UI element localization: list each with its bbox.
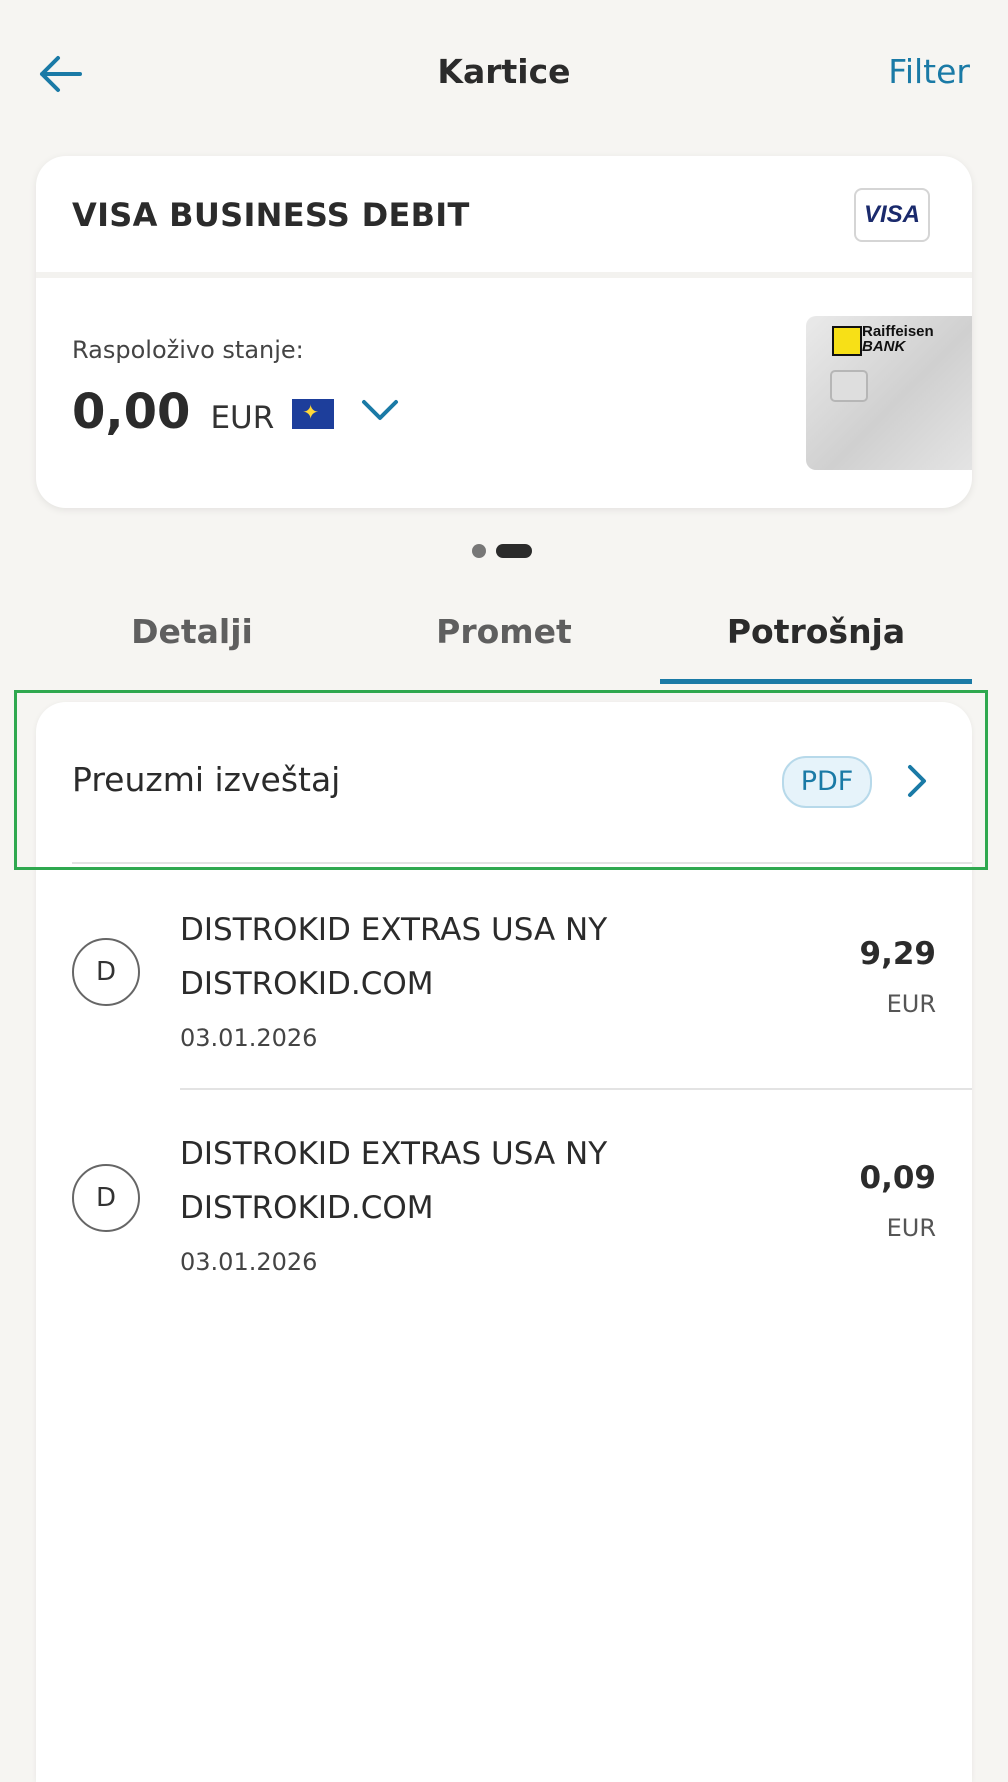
chevron-right-icon	[906, 764, 928, 802]
pdf-badge: PDF	[782, 756, 872, 808]
available-balance-label: Raspoloživo stanje:	[72, 336, 304, 364]
tab-detalji[interactable]: Detalji	[36, 604, 348, 684]
tab-bar: Detalji Promet Potrošnja	[36, 604, 972, 684]
card-chip-icon	[830, 370, 868, 402]
download-report-label: Preuzmi izveštaj	[72, 760, 341, 799]
card-name: VISA BUSINESS DEBIT	[72, 196, 470, 234]
merchant-avatar: D	[72, 1164, 140, 1232]
pager-dot-active[interactable]	[496, 544, 532, 558]
tab-promet[interactable]: Promet	[348, 604, 660, 684]
transaction-amount: 9,29	[859, 936, 937, 972]
filter-button[interactable]: Filter	[888, 52, 970, 91]
tab-potrosnja[interactable]: Potrošnja	[660, 604, 972, 684]
card-divider	[36, 272, 972, 278]
eu-flag-icon: ✦	[292, 399, 335, 429]
top-bar: Kartice Filter	[0, 0, 1008, 150]
balance-amount: 0,00	[72, 384, 191, 440]
raiffeisen-logo-icon	[832, 326, 862, 356]
merchant-avatar: D	[72, 938, 140, 1006]
card-logo-text: Raiffeisen BANK	[862, 323, 934, 355]
chevron-down-icon[interactable]	[360, 397, 400, 427]
transaction-merchant-site: DISTROKID.COM	[180, 966, 434, 1002]
spending-panel: Preuzmi izveštaj PDF D DISTROKID EXTRAS …	[36, 702, 972, 1782]
pager-dot[interactable]	[472, 544, 486, 558]
transaction-date: 03.01.2026	[180, 1248, 318, 1276]
transaction-merchant: DISTROKID EXTRAS USA NY	[180, 1136, 608, 1172]
pager-dots[interactable]	[472, 544, 532, 558]
transaction-merchant: DISTROKID EXTRAS USA NY	[180, 912, 608, 948]
transaction-currency: EUR	[886, 1214, 936, 1242]
transaction-row[interactable]: D DISTROKID EXTRAS USA NY DISTROKID.COM …	[36, 1090, 972, 1314]
card-panel[interactable]: VISA BUSINESS DEBIT VISA Raspoloživo sta…	[36, 156, 972, 508]
visa-logo: VISA	[854, 188, 930, 242]
card-image: Raiffeisen BANK	[806, 316, 972, 470]
download-report-row[interactable]: Preuzmi izveštaj PDF	[36, 702, 972, 862]
transaction-currency: EUR	[886, 990, 936, 1018]
transaction-row[interactable]: D DISTROKID EXTRAS USA NY DISTROKID.COM …	[36, 864, 972, 1088]
transaction-amount: 0,09	[859, 1160, 937, 1196]
balance-row: 0,00 EUR ✦	[72, 384, 400, 440]
transaction-merchant-site: DISTROKID.COM	[180, 1190, 434, 1226]
balance-currency: EUR	[210, 400, 275, 436]
page-title: Kartice	[437, 52, 571, 91]
transaction-date: 03.01.2026	[180, 1024, 318, 1052]
